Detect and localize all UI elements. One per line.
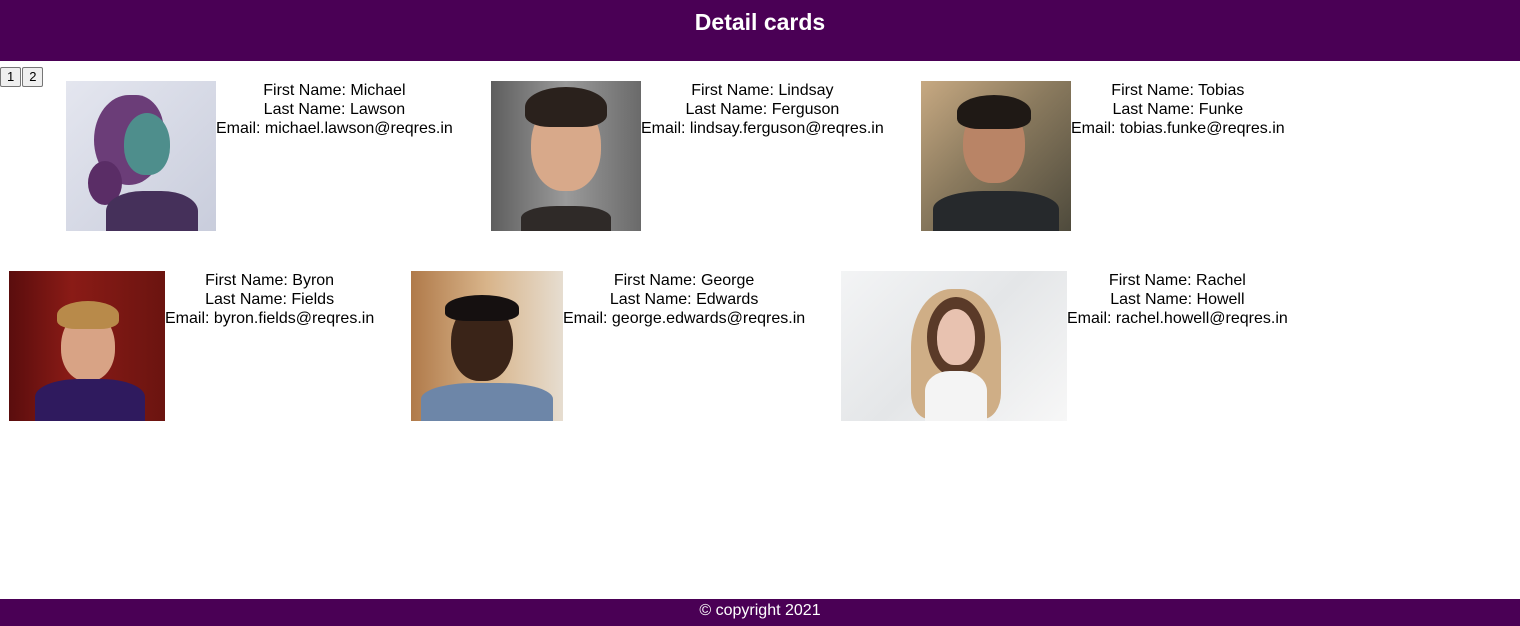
page-header: Detail cards	[0, 0, 1520, 61]
first-name-line: First Name: Michael	[263, 82, 406, 99]
user-avatar	[9, 271, 165, 421]
email-line: Email: tobias.funke@reqres.in	[1071, 120, 1285, 137]
user-avatar	[411, 271, 563, 421]
first-name-line: First Name: Tobias	[1111, 82, 1245, 99]
user-info: First Name: Byron Last Name: Fields Emai…	[165, 271, 374, 328]
first-name-value: Tobias	[1198, 82, 1245, 99]
last-name-value: Ferguson	[771, 101, 840, 118]
first-name-line: First Name: Lindsay	[691, 82, 834, 99]
last-name-line: Last Name: Howell	[1110, 291, 1245, 308]
page-2-button[interactable]: 2	[22, 67, 44, 87]
last-name-value: Fields	[291, 291, 335, 308]
user-avatar	[841, 271, 1067, 421]
email-value: george.edwards@reqres.in	[611, 310, 806, 327]
user-card: First Name: Tobias Last Name: Funke Emai…	[921, 81, 1285, 231]
page-footer: © copyright 2021	[0, 599, 1520, 626]
first-name-line: First Name: George	[613, 272, 755, 289]
last-name-line: Last Name: Lawson	[263, 101, 406, 118]
last-name-value: Funke	[1198, 101, 1244, 118]
first-name-value: Michael	[350, 82, 406, 99]
email-line: Email: rachel.howell@reqres.in	[1067, 310, 1288, 327]
email-line: Email: michael.lawson@reqres.in	[216, 120, 453, 137]
email-value: tobias.funke@reqres.in	[1119, 120, 1285, 137]
user-card: First Name: Lindsay Last Name: Ferguson …	[491, 81, 884, 231]
email-value: michael.lawson@reqres.in	[264, 120, 453, 137]
first-name-value: Byron	[292, 272, 335, 289]
email-value: byron.fields@reqres.in	[213, 310, 375, 327]
user-avatar	[921, 81, 1071, 231]
last-name-line: Last Name: Ferguson	[685, 101, 840, 118]
user-info: First Name: Michael Last Name: Lawson Em…	[216, 81, 453, 138]
email-line: Email: george.edwards@reqres.in	[563, 310, 806, 327]
email-line: Email: byron.fields@reqres.in	[165, 310, 375, 327]
first-name-value: Rachel	[1196, 272, 1246, 289]
first-name-value: Lindsay	[778, 82, 834, 99]
page-1-button[interactable]: 1	[0, 67, 22, 87]
pagination: 1 2	[0, 67, 44, 87]
user-card: First Name: Byron Last Name: Fields Emai…	[9, 271, 374, 421]
email-line: Email: lindsay.ferguson@reqres.in	[641, 120, 884, 137]
user-info: First Name: George Last Name: Edwards Em…	[563, 271, 805, 328]
user-card: First Name: George Last Name: Edwards Em…	[411, 271, 805, 421]
email-value: lindsay.ferguson@reqres.in	[689, 120, 884, 137]
user-info: First Name: Rachel Last Name: Howell Ema…	[1067, 271, 1288, 328]
user-card: First Name: Michael Last Name: Lawson Em…	[66, 81, 453, 231]
copyright-text: © copyright 2021	[699, 602, 821, 619]
page-title: Detail cards	[694, 9, 826, 35]
last-name-value: Lawson	[349, 101, 406, 118]
user-info: First Name: Lindsay Last Name: Ferguson …	[641, 81, 884, 138]
user-avatar	[491, 81, 641, 231]
first-name-line: First Name: Byron	[205, 272, 335, 289]
last-name-line: Last Name: Edwards	[609, 291, 759, 308]
user-card: First Name: Rachel Last Name: Howell Ema…	[841, 271, 1288, 421]
user-avatar	[66, 81, 216, 231]
last-name-line: Last Name: Fields	[205, 291, 335, 308]
first-name-line: First Name: Rachel	[1108, 272, 1246, 289]
first-name-value: George	[700, 272, 755, 289]
user-info: First Name: Tobias Last Name: Funke Emai…	[1071, 81, 1285, 138]
email-value: rachel.howell@reqres.in	[1115, 310, 1288, 327]
last-name-line: Last Name: Funke	[1112, 101, 1244, 118]
last-name-value: Edwards	[696, 291, 759, 308]
last-name-value: Howell	[1196, 291, 1245, 308]
